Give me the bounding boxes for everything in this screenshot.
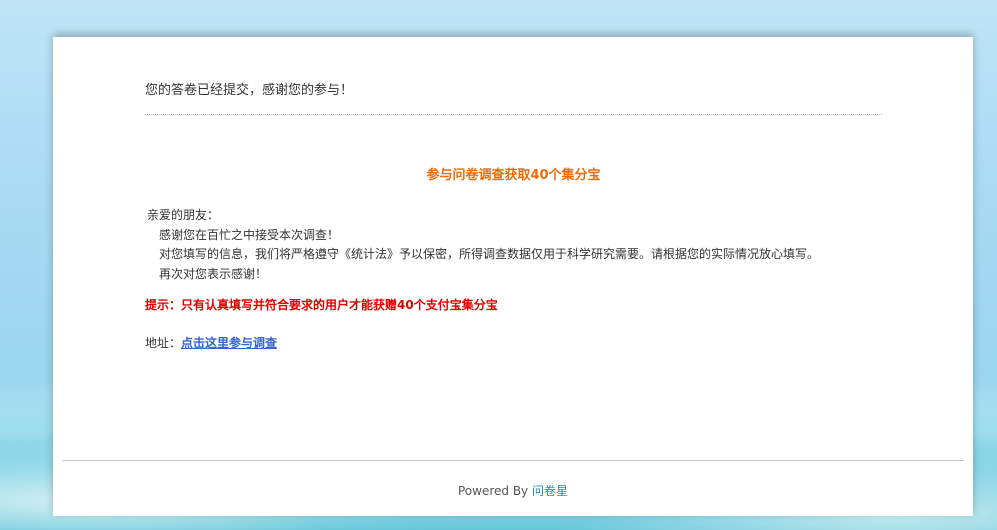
address-row: 地址：点击这里参与调查 — [145, 334, 277, 351]
intro-line-1: 感谢您在百忙之中接受本次调查！ — [159, 227, 340, 242]
hint-text: 提示：只有认真填写并符合要求的用户才能获赠40个支付宝集分宝 — [145, 298, 498, 312]
address-label: 地址： — [145, 336, 182, 350]
survey-link[interactable]: 点击这里参与调查 — [181, 336, 277, 350]
footer: Powered By 问卷星 — [53, 482, 973, 499]
survey-intro: 亲爱的朋友： 感谢您在百忙之中接受本次调查！ 对您填写的信息，我们将严格遵守《统… — [147, 206, 819, 284]
brand-link[interactable]: 问卷星 — [532, 484, 568, 498]
greeting-text: 亲爱的朋友： — [147, 208, 220, 222]
intro-line-3: 再次对您表示感谢！ — [159, 266, 268, 281]
intro-line-2: 对您填写的信息，我们将严格遵守《统计法》予以保密，所得调查数据仅用于科学研究需要… — [159, 247, 820, 261]
content-card: 您的答卷已经提交，感谢您的参与！ 参与问卷调查获取40个集分宝 亲爱的朋友： 感… — [53, 37, 973, 516]
survey-headline: 参与问卷调查获取40个集分宝 — [426, 168, 601, 183]
footer-divider — [62, 460, 964, 461]
divider-dotted — [145, 114, 882, 115]
powered-by-text: Powered By — [457, 484, 529, 498]
submitted-message: 您的答卷已经提交，感谢您的参与！ — [145, 83, 354, 98]
